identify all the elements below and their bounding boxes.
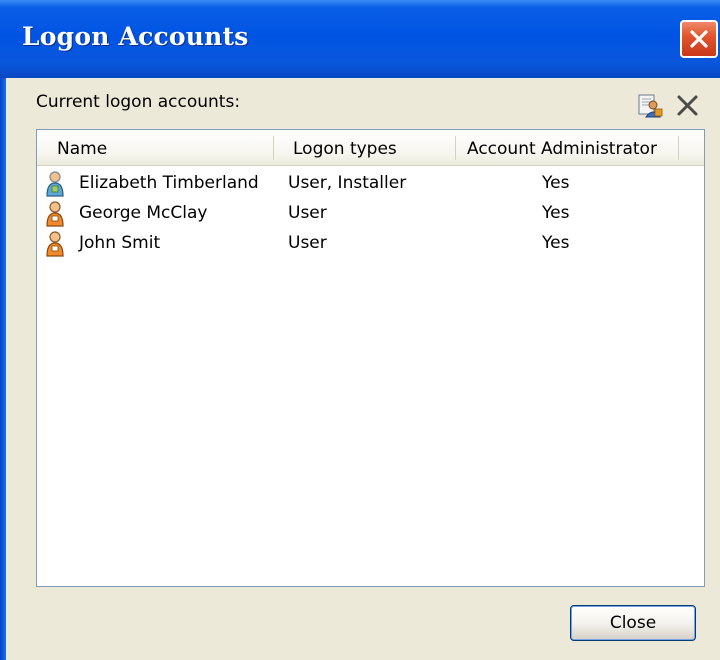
column-header-account-administrator[interactable]: Account Administrator — [467, 139, 657, 159]
cell-name: John Smit — [79, 233, 161, 253]
column-header-logon-types[interactable]: Logon types — [293, 139, 397, 159]
list-header: Name Logon types Account Administrator — [37, 130, 704, 166]
cell-admin: Yes — [542, 233, 570, 253]
user-icon — [44, 231, 66, 257]
cell-name: Elizabeth Timberland — [79, 173, 259, 193]
window-close-button[interactable] — [680, 20, 718, 58]
accounts-list[interactable]: Name Logon types Account Administrator E… — [36, 129, 705, 587]
cell-admin: Yes — [542, 173, 570, 193]
title-bar[interactable]: Logon Accounts — [0, 0, 720, 78]
column-header-name[interactable]: Name — [57, 139, 107, 159]
cell-logon-types: User, Installer — [288, 173, 407, 193]
close-icon — [690, 30, 708, 48]
cell-logon-types: User — [288, 203, 327, 223]
column-divider[interactable] — [455, 136, 456, 160]
table-row[interactable]: John Smit User Yes — [37, 228, 704, 258]
column-divider[interactable] — [678, 136, 679, 160]
window-title: Logon Accounts — [22, 22, 249, 51]
table-row[interactable]: George McClay User Yes — [37, 198, 704, 228]
delete-x-icon[interactable] — [674, 92, 702, 120]
close-button[interactable]: Close — [570, 605, 696, 641]
cell-name: George McClay — [79, 203, 208, 223]
add-user-icon[interactable] — [636, 92, 664, 120]
window-left-border — [0, 78, 6, 660]
user-installer-icon — [44, 171, 66, 197]
logon-accounts-dialog: Logon Accounts Current logon accounts: N… — [0, 0, 720, 660]
cell-logon-types: User — [288, 233, 327, 253]
table-row[interactable]: Elizabeth Timberland User, Installer Yes — [37, 168, 704, 198]
section-label: Current logon accounts: — [36, 92, 241, 112]
cell-admin: Yes — [542, 203, 570, 223]
user-icon — [44, 201, 66, 227]
column-divider[interactable] — [273, 136, 274, 160]
